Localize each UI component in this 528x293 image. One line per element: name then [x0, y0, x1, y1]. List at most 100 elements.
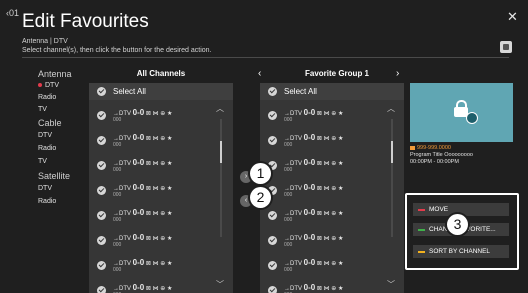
- scroll-up-icon[interactable]: ︿: [387, 103, 395, 114]
- channel-info: →DTV 0-0 ⊠ ⋈ ⊕ ★: [113, 258, 172, 267]
- channel-status-icons: ⊠ ⋈ ⊕ ★: [145, 236, 173, 242]
- check-icon[interactable]: [97, 136, 106, 145]
- select-all-row[interactable]: Select All: [89, 83, 233, 100]
- check-icon[interactable]: [268, 136, 277, 145]
- channel-name: 000: [113, 242, 122, 248]
- favorite-group-list[interactable]: Select All →DTV 0-0 ⊠ ⋈ ⊕ ★ 000 →DTV 0-0 ⊠…: [260, 83, 404, 293]
- favorite-group-title: Favorite Group 1: [304, 69, 369, 78]
- sort-by-channel-button[interactable]: SORT BY CHANNEL: [413, 245, 509, 258]
- check-icon[interactable]: [97, 111, 106, 120]
- select-all-row[interactable]: Select All: [260, 83, 404, 100]
- page-title: Edit Favourites: [22, 11, 149, 32]
- check-icon[interactable]: [97, 211, 106, 220]
- check-icon[interactable]: [268, 286, 277, 293]
- channel-row[interactable]: →DTV 0-0 ⊠ ⋈ ⊕ ★000: [260, 153, 404, 178]
- channel-status-icons: ⊠ ⋈ ⊕ ★: [145, 286, 173, 292]
- channel-info: →DTV 0-0 ⊠ ⋈ ⊕ ★: [113, 233, 172, 242]
- channel-info: →DTV 0-0 ⊠ ⋈ ⊕ ★: [284, 283, 343, 292]
- check-icon[interactable]: [97, 261, 106, 270]
- sidebar-item-cable-radio[interactable]: Radio: [38, 145, 56, 152]
- check-icon[interactable]: [268, 211, 277, 220]
- channel-row[interactable]: →DTV 0-0 ⊠ ⋈ ⊕ ★000: [89, 103, 233, 128]
- channel-name: 000: [284, 217, 293, 223]
- channel-number: 0-0: [132, 108, 145, 117]
- channel-row[interactable]: →DTV 0-0 ⊠ ⋈ ⊕ ★000: [89, 278, 233, 293]
- check-icon[interactable]: [268, 111, 277, 120]
- scrollbar[interactable]: [391, 119, 393, 237]
- channel-status-icons: ⊠ ⋈ ⊕ ★: [145, 211, 173, 217]
- sidebar-item-antenna-radio[interactable]: Radio: [38, 94, 56, 101]
- sidebar-item-cable-tv[interactable]: TV: [38, 158, 47, 165]
- check-icon[interactable]: [268, 236, 277, 245]
- channel-info: →DTV 0-0 ⊠ ⋈ ⊕ ★: [284, 208, 343, 217]
- scroll-down-icon[interactable]: ﹀: [387, 279, 395, 290]
- scrollbar-thumb[interactable]: [220, 141, 222, 163]
- check-icon[interactable]: [97, 161, 106, 170]
- channel-row[interactable]: →DTV 0-0 ⊠ ⋈ ⊕ ★000: [260, 228, 404, 253]
- sidebar-item-antenna-tv[interactable]: TV: [38, 106, 47, 113]
- sidebar-item-cable-dtv[interactable]: DTV: [38, 132, 52, 139]
- channel-number: 0-0: [132, 183, 145, 192]
- sidebar-item-satellite-dtv[interactable]: DTV: [38, 185, 52, 192]
- user-icon: [466, 112, 478, 124]
- scrollbar-thumb[interactable]: [391, 141, 393, 163]
- menu-icon[interactable]: [500, 41, 512, 53]
- channel-status-icons: ⊠ ⋈ ⊕ ★: [145, 136, 173, 142]
- channel-row[interactable]: →DTV 0-0 ⊠ ⋈ ⊕ ★000: [260, 103, 404, 128]
- sidebar-group-antenna[interactable]: Antenna: [38, 69, 72, 79]
- channel-row[interactable]: →DTV 0-0 ⊠ ⋈ ⊕ ★000: [89, 253, 233, 278]
- channel-status-icons: ⊠ ⋈ ⊕ ★: [145, 186, 173, 192]
- channel-info: →DTV 0-0 ⊠ ⋈ ⊕ ★: [284, 133, 343, 142]
- channel-row[interactable]: →DTV 0-0 ⊠ ⋈ ⊕ ★000: [260, 128, 404, 153]
- channel-number: 0-0: [132, 158, 145, 167]
- back-button[interactable]: ‹01: [6, 8, 19, 18]
- check-icon[interactable]: [97, 87, 106, 96]
- channel-number: 0-0: [303, 158, 316, 167]
- channel-row[interactable]: →DTV 0-0 ⊠ ⋈ ⊕ ★000: [260, 278, 404, 293]
- sidebar-item-antenna-dtv[interactable]: DTV: [38, 82, 59, 89]
- program-time: 00:00PM - 00:00PM: [410, 159, 459, 165]
- chevron-left-icon[interactable]: ‹: [258, 68, 261, 79]
- channel-status-icons: ⊠ ⋈ ⊕ ★: [316, 236, 344, 242]
- channel-row[interactable]: →DTV 0-0 ⊠ ⋈ ⊕ ★000: [260, 178, 404, 203]
- select-all-label: Select All: [113, 87, 146, 96]
- channel-number: 0-0: [303, 208, 316, 217]
- channel-info: →DTV 0-0 ⊠ ⋈ ⊕ ★: [284, 258, 343, 267]
- callout-3: 3: [447, 214, 468, 235]
- channel-row[interactable]: →DTV 0-0 ⊠ ⋈ ⊕ ★000: [89, 128, 233, 153]
- all-channels-list[interactable]: Select All →DTV 0-0 ⊠ ⋈ ⊕ ★ 000 →DTV 0-0 ⊠…: [89, 83, 233, 293]
- channel-info: →DTV 0-0 ⊠ ⋈ ⊕ ★: [113, 133, 172, 142]
- channel-row[interactable]: →DTV 0-0 ⊠ ⋈ ⊕ ★000: [89, 203, 233, 228]
- check-icon[interactable]: [268, 261, 277, 270]
- sidebar-group-satellite[interactable]: Satellite: [38, 171, 70, 181]
- instruction-text: Select channel(s), then click the button…: [22, 47, 212, 54]
- scroll-down-icon[interactable]: ﹀: [216, 279, 224, 290]
- check-icon[interactable]: [268, 87, 277, 96]
- channel-name: 000: [113, 117, 122, 123]
- channel-number: 0-0: [303, 133, 316, 142]
- channel-name: 000: [284, 117, 293, 123]
- channel-row[interactable]: →DTV 0-0 ⊠ ⋈ ⊕ ★000: [89, 153, 233, 178]
- channel-row[interactable]: →DTV 0-0 ⊠ ⋈ ⊕ ★000: [260, 203, 404, 228]
- check-icon[interactable]: [97, 186, 106, 195]
- sidebar-group-cable[interactable]: Cable: [38, 118, 62, 128]
- scroll-up-icon[interactable]: ︿: [216, 103, 224, 114]
- channel-row[interactable]: →DTV 0-0 ⊠ ⋈ ⊕ ★000: [260, 253, 404, 278]
- channel-status-icons: ⊠ ⋈ ⊕ ★: [316, 186, 344, 192]
- sidebar-item-satellite-radio[interactable]: Radio: [38, 198, 56, 205]
- close-icon[interactable]: ✕: [507, 9, 518, 25]
- check-icon[interactable]: [97, 236, 106, 245]
- channel-number: 0-0: [303, 108, 316, 117]
- program-channel: 999-999.0000: [410, 145, 451, 151]
- channel-row[interactable]: →DTV 0-0 ⊠ ⋈ ⊕ ★000: [89, 178, 233, 203]
- channel-number: 0-0: [303, 283, 316, 292]
- check-icon[interactable]: [97, 286, 106, 293]
- scrollbar[interactable]: [220, 119, 222, 237]
- breadcrumb: Antenna | DTV: [22, 38, 68, 45]
- channel-row[interactable]: →DTV 0-0 ⊠ ⋈ ⊕ ★000: [89, 228, 233, 253]
- channel-info: →DTV 0-0 ⊠ ⋈ ⊕ ★: [284, 183, 343, 192]
- channel-status-icons: ⊠ ⋈ ⊕ ★: [316, 261, 344, 267]
- channel-name: 000: [284, 192, 293, 198]
- header-divider: [22, 57, 509, 58]
- channel-preview: [410, 83, 513, 142]
